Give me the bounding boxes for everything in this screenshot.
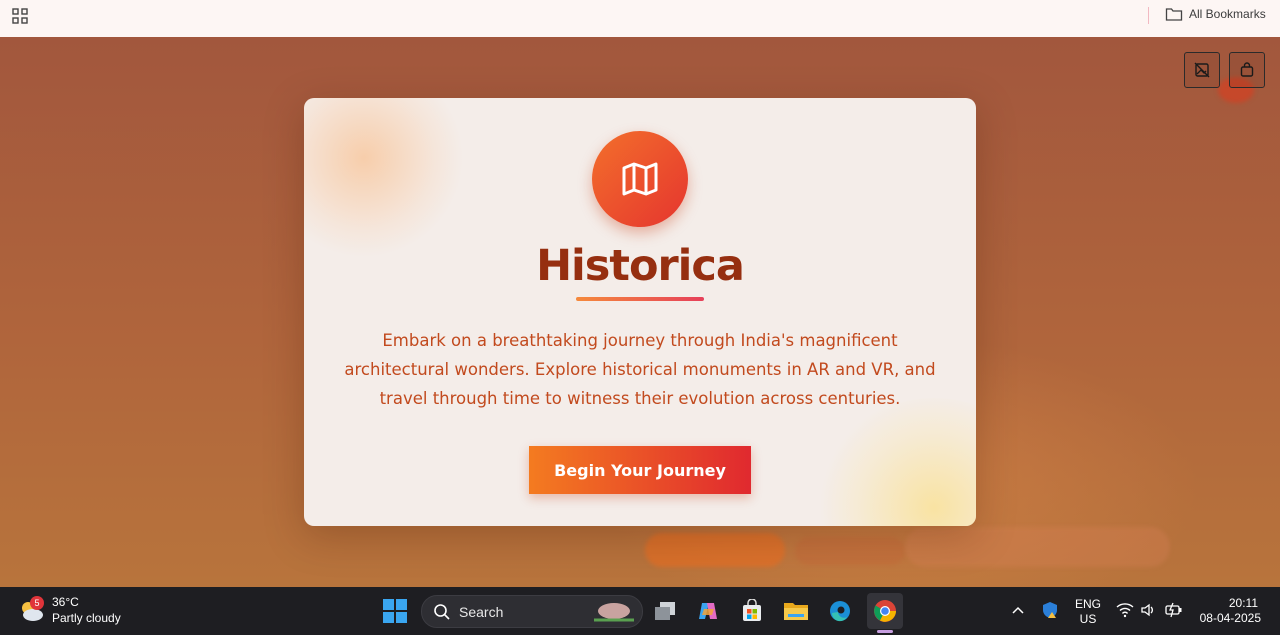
background-blurred-link bbox=[795, 537, 905, 565]
bag-button[interactable] bbox=[1229, 52, 1265, 88]
wifi-icon[interactable] bbox=[1116, 602, 1134, 618]
weather-condition: Partly cloudy bbox=[52, 611, 121, 625]
clock[interactable]: 20:11 08-04-2025 bbox=[1194, 596, 1270, 626]
bookmarks-divider bbox=[1148, 7, 1149, 24]
search-highlight-icon bbox=[594, 603, 634, 622]
all-bookmarks-button[interactable]: All Bookmarks bbox=[1165, 6, 1266, 22]
search-icon bbox=[434, 603, 450, 620]
decorative-glow bbox=[814, 398, 976, 526]
begin-journey-button[interactable]: Begin Your Journey bbox=[529, 446, 751, 494]
chevron-up-icon[interactable] bbox=[1011, 605, 1025, 615]
chrome-icon bbox=[874, 600, 896, 622]
region-code: US bbox=[1079, 612, 1097, 626]
active-app-indicator bbox=[877, 630, 893, 633]
taskbar: 5 36°C Partly cloudy Search ENG US 20:11… bbox=[0, 587, 1280, 635]
logo-badge bbox=[592, 131, 688, 227]
language-code: ENG bbox=[1074, 597, 1101, 611]
volume-icon[interactable] bbox=[1140, 602, 1156, 618]
edge-icon bbox=[830, 601, 850, 622]
clock-date: 08-04-2025 bbox=[1199, 611, 1261, 625]
chrome-button[interactable] bbox=[867, 593, 903, 633]
app-title: Historica bbox=[536, 241, 745, 291]
welcome-modal: Historica Embark on a breathtaking journ… bbox=[304, 98, 976, 526]
background-blurred-badge bbox=[905, 527, 1170, 567]
edge-button[interactable] bbox=[824, 595, 856, 627]
weather-temperature: 36°C bbox=[52, 595, 79, 609]
bookmarks-bar: All Bookmarks bbox=[0, 0, 1280, 38]
background-blurred-button bbox=[645, 533, 785, 567]
all-bookmarks-label: All Bookmarks bbox=[1189, 7, 1266, 21]
taskbar-search[interactable]: Search bbox=[421, 595, 643, 628]
folder-icon bbox=[1165, 8, 1183, 21]
map-icon bbox=[622, 162, 658, 196]
task-view-button[interactable] bbox=[649, 595, 681, 627]
start-icon bbox=[383, 599, 394, 610]
file-explorer-button[interactable] bbox=[780, 595, 812, 627]
copilot-icon bbox=[699, 603, 717, 619]
security-shield-icon[interactable] bbox=[1040, 600, 1060, 620]
copilot-button[interactable] bbox=[692, 595, 724, 627]
microsoft-store-icon bbox=[743, 599, 761, 621]
apps-grid-icon[interactable] bbox=[12, 8, 28, 24]
weather-widget[interactable]: 5 36°C Partly cloudy bbox=[18, 594, 121, 626]
no-image-icon bbox=[1194, 62, 1210, 78]
task-view-icon bbox=[655, 602, 675, 620]
file-explorer-icon bbox=[784, 603, 808, 620]
battery-charging-icon[interactable] bbox=[1164, 601, 1184, 619]
clock-time: 20:11 bbox=[1228, 596, 1258, 610]
weather-alert-badge: 5 bbox=[30, 596, 44, 610]
app-description: Embark on a breathtaking journey through… bbox=[344, 331, 936, 408]
title-underline bbox=[576, 297, 704, 301]
search-placeholder: Search bbox=[459, 603, 504, 620]
decorative-glow bbox=[304, 98, 464, 258]
no-image-toggle-button[interactable] bbox=[1184, 52, 1220, 88]
bag-icon bbox=[1240, 62, 1254, 77]
partly-cloudy-icon: 5 bbox=[18, 596, 46, 624]
language-indicator[interactable]: ENG US bbox=[1070, 597, 1106, 627]
start-button[interactable] bbox=[383, 599, 407, 623]
microsoft-store-button[interactable] bbox=[736, 595, 768, 627]
